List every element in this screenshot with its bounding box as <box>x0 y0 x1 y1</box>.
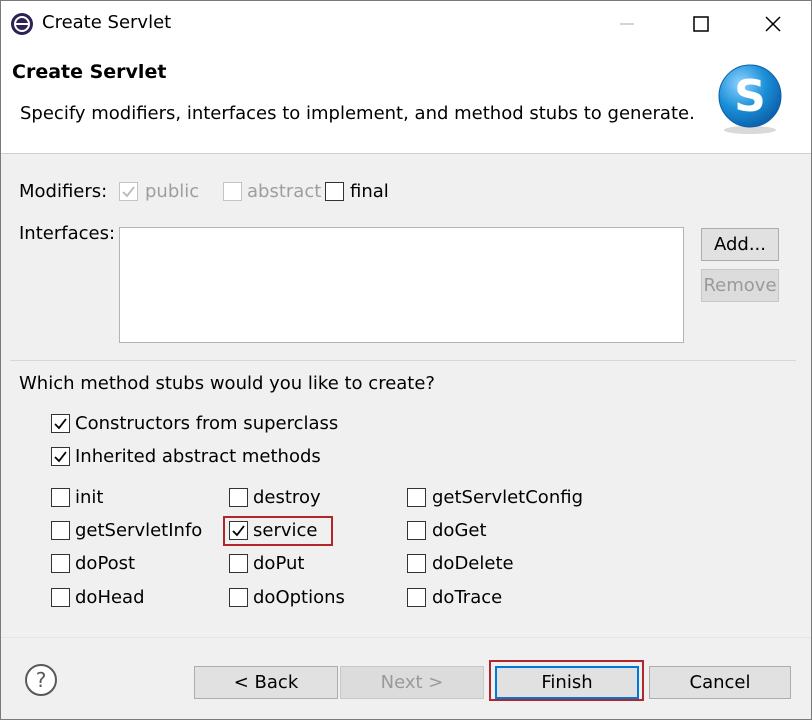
window-title: Create Servlet <box>42 12 172 33</box>
checkmark-icon <box>54 451 67 463</box>
final-label: final <box>350 181 389 202</box>
doget-checkbox[interactable] <box>407 521 426 540</box>
dohead-label: doHead <box>75 587 145 608</box>
dodelete-checkbox[interactable] <box>407 554 426 573</box>
final-checkbox[interactable] <box>325 182 344 201</box>
section-divider <box>10 360 796 361</box>
title-bar: Create Servlet <box>1 1 811 47</box>
dooptions-checkbox[interactable] <box>229 588 248 607</box>
minimize-icon[interactable] <box>597 1 657 47</box>
dohead-checkbox[interactable] <box>51 588 70 607</box>
destroy-label: destroy <box>253 487 321 508</box>
checkmark-icon <box>232 525 245 537</box>
getservletinfo-checkbox[interactable] <box>51 521 70 540</box>
cancel-button[interactable]: Cancel <box>649 666 791 699</box>
next-button[interactable]: Next > <box>340 666 484 699</box>
dooptions-label: doOptions <box>253 587 345 608</box>
inherited-methods-checkbox[interactable] <box>51 447 70 466</box>
finish-button[interactable]: Finish <box>495 666 639 699</box>
init-checkbox[interactable] <box>51 488 70 507</box>
method-stubs-question: Which method stubs would you like to cre… <box>19 373 435 394</box>
constructors-checkbox[interactable] <box>51 414 70 433</box>
dodelete-label: doDelete <box>432 553 514 574</box>
create-servlet-dialog: Create Servlet Create Servlet Specify mo… <box>0 0 812 720</box>
constructors-label: Constructors from superclass <box>75 413 339 434</box>
doput-label: doPut <box>253 553 305 574</box>
dotrace-checkbox[interactable] <box>407 588 426 607</box>
getservletinfo-label: getServletInfo <box>75 520 203 541</box>
back-button[interactable]: < Back <box>194 666 338 699</box>
dialog-header: Create Servlet Specify modifiers, interf… <box>1 47 811 154</box>
abstract-label: abstract <box>247 181 322 202</box>
inherited-methods-label: Inherited abstract methods <box>75 446 321 467</box>
service-checkbox[interactable] <box>229 521 248 540</box>
checkmark-icon <box>54 418 67 430</box>
getservletconfig-label: getServletConfig <box>432 487 583 508</box>
footer-divider <box>1 637 811 638</box>
servlet-logo-icon: S <box>715 63 785 135</box>
interfaces-label: Interfaces: <box>19 223 116 244</box>
public-checkbox[interactable] <box>119 182 138 201</box>
svg-text:S: S <box>734 71 766 122</box>
dopost-checkbox[interactable] <box>51 554 70 573</box>
dialog-heading: Create Servlet <box>12 61 167 83</box>
getservletconfig-checkbox[interactable] <box>407 488 426 507</box>
modifiers-label: Modifiers: <box>19 181 108 202</box>
checkmark-icon <box>122 186 135 198</box>
svg-text:?: ? <box>36 668 47 692</box>
doput-checkbox[interactable] <box>229 554 248 573</box>
dialog-description: Specify modifiers, interfaces to impleme… <box>20 103 695 124</box>
help-icon[interactable]: ? <box>24 663 58 697</box>
doget-label: doGet <box>432 520 487 541</box>
close-icon[interactable] <box>743 1 803 47</box>
init-label: init <box>75 487 104 508</box>
add-interface-button[interactable]: Add... <box>701 228 779 261</box>
abstract-checkbox[interactable] <box>223 182 242 201</box>
maximize-icon[interactable] <box>671 1 731 47</box>
public-label: public <box>145 181 200 202</box>
eclipse-app-icon <box>10 12 34 36</box>
dopost-label: doPost <box>75 553 136 574</box>
remove-interface-button[interactable]: Remove <box>701 269 779 302</box>
service-label: service <box>253 520 318 541</box>
interfaces-list[interactable] <box>119 227 684 343</box>
dotrace-label: doTrace <box>432 587 503 608</box>
destroy-checkbox[interactable] <box>229 488 248 507</box>
